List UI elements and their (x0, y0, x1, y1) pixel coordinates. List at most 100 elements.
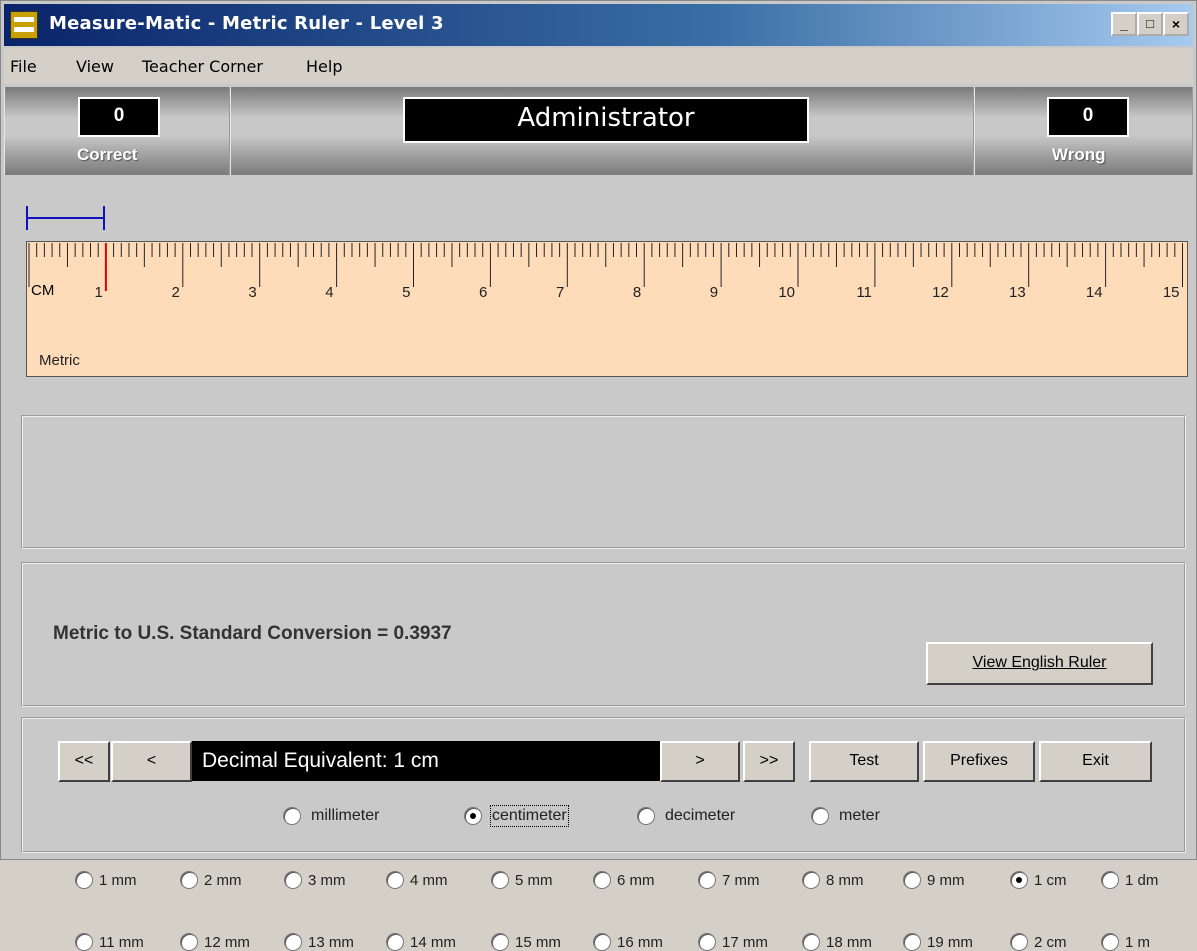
prefixes-button-label: Prefixes (950, 752, 1008, 769)
option-19-mm[interactable]: 19 mm (903, 933, 973, 951)
radio-button[interactable] (284, 871, 302, 889)
option-15-mm[interactable]: 15 mm (491, 933, 561, 951)
title-bar[interactable]: Measure-Matic - Metric Ruler - Level 3 _… (4, 4, 1193, 46)
radio-button[interactable] (903, 871, 921, 889)
option-label: 16 mm (617, 933, 663, 951)
navigation-panel (21, 717, 1186, 853)
option-label: 11 mm (99, 933, 144, 951)
view-english-ruler-label: View English Ruler (972, 654, 1107, 671)
option-14-mm[interactable]: 14 mm (386, 933, 456, 951)
unit-meter[interactable]: meter (811, 807, 880, 825)
radio-button[interactable] (593, 933, 611, 951)
exit-button[interactable]: Exit (1039, 741, 1152, 782)
option-label: 7 mm (722, 871, 760, 889)
unit-label: decimeter (665, 807, 736, 824)
radio-button[interactable] (180, 933, 198, 951)
first-button[interactable]: << (58, 741, 110, 782)
radio-button[interactable] (802, 871, 820, 889)
conversion-text: Metric to U.S. Standard Conversion = 0.3… (53, 623, 452, 644)
option-1-cm[interactable]: 1 cm (1010, 871, 1067, 889)
unit-millimeter[interactable]: millimeter (283, 807, 379, 825)
unit-decimeter[interactable]: decimeter (637, 807, 735, 825)
radio-button[interactable] (75, 871, 93, 889)
option-label: 15 mm (515, 933, 561, 951)
radio-button[interactable] (1010, 933, 1028, 951)
metric-ruler[interactable]: 1 2 3 4 5 6 7 8 9 10 11 12 13 14 15 CM Metric (26, 241, 1188, 377)
correct-count: 0 (78, 97, 160, 137)
option-2-mm[interactable]: 2 mm (180, 871, 242, 889)
window-title: Measure-Matic - Metric Ruler - Level 3 (49, 13, 444, 34)
ruler-number-3: 3 (248, 284, 256, 301)
ruler-number-12: 12 (932, 284, 949, 301)
option-13-mm[interactable]: 13 mm (284, 933, 354, 951)
menu-bar: File View Teacher Corner Help (4, 48, 1193, 84)
option-12-mm[interactable]: 12 mm (180, 933, 250, 951)
ruler-number-6: 6 (479, 284, 487, 301)
close-button[interactable]: × (1163, 12, 1189, 36)
menu-teacher-corner[interactable]: Teacher Corner (142, 57, 263, 76)
option-11-mm[interactable]: 11 mm (75, 933, 144, 951)
ruler-number-14: 14 (1086, 284, 1103, 301)
radio-button[interactable] (180, 871, 198, 889)
option-label: 1 dm (1125, 871, 1159, 889)
option-5-mm[interactable]: 5 mm (491, 871, 553, 889)
menu-file[interactable]: File (10, 57, 37, 76)
decimal-equivalent-display: Decimal Equivalent: 1 cm (192, 741, 660, 781)
app-window: Measure-Matic - Metric Ruler - Level 3 _… (0, 0, 1197, 951)
radio-button[interactable] (698, 933, 716, 951)
radio-button[interactable] (1101, 933, 1119, 951)
radio-button[interactable] (75, 933, 93, 951)
score-bar: 0 Correct Administrator 0 Wrong (4, 87, 1193, 175)
wrong-label: Wrong (1052, 145, 1106, 164)
test-button[interactable]: Test (809, 741, 919, 782)
option-9-mm[interactable]: 9 mm (903, 871, 965, 889)
unit-label: centimeter (490, 805, 569, 827)
radio-button[interactable] (283, 807, 301, 825)
radio-button[interactable] (386, 871, 404, 889)
radio-button[interactable] (593, 871, 611, 889)
option-2-cm[interactable]: 2 cm (1010, 933, 1067, 951)
option-17-mm[interactable]: 17 mm (698, 933, 768, 951)
radio-button[interactable] (464, 807, 482, 825)
option-1-mm[interactable]: 1 mm (75, 871, 137, 889)
option-6-mm[interactable]: 6 mm (593, 871, 655, 889)
ruler-metric-label: Metric (39, 352, 80, 369)
radio-button[interactable] (637, 807, 655, 825)
radio-button[interactable] (802, 933, 820, 951)
option-7-mm[interactable]: 7 mm (698, 871, 760, 889)
option-8-mm[interactable]: 8 mm (802, 871, 864, 889)
cm-unit-label: CM (31, 282, 55, 299)
radio-button[interactable] (491, 933, 509, 951)
menu-view[interactable]: View (76, 57, 114, 76)
radio-button[interactable] (284, 933, 302, 951)
previous-button[interactable]: < (111, 741, 192, 782)
option-16-mm[interactable]: 16 mm (593, 933, 663, 951)
prefixes-button[interactable]: Prefixes (923, 741, 1035, 782)
unit-centimeter[interactable]: centimeter (464, 805, 569, 827)
maximize-button[interactable]: □ (1137, 12, 1163, 36)
option-label: 9 mm (927, 871, 965, 889)
ruler-app-icon (10, 11, 38, 39)
view-english-ruler-button[interactable]: View English Ruler (926, 642, 1153, 685)
option-4-mm[interactable]: 4 mm (386, 871, 448, 889)
option-3-mm[interactable]: 3 mm (284, 871, 346, 889)
option-1-dm[interactable]: 1 dm (1101, 871, 1158, 889)
radio-button[interactable] (1101, 871, 1119, 889)
option-18-mm[interactable]: 18 mm (802, 933, 872, 951)
option-label: 2 cm (1034, 933, 1067, 951)
ruler-number-13: 13 (1009, 284, 1026, 301)
radio-button[interactable] (903, 933, 921, 951)
radio-button[interactable] (386, 933, 404, 951)
radio-button[interactable] (491, 871, 509, 889)
last-button[interactable]: >> (743, 741, 795, 782)
option-1-m[interactable]: 1 m (1101, 933, 1150, 951)
minimize-button[interactable]: _ (1111, 12, 1137, 36)
radio-button[interactable] (811, 807, 829, 825)
ruler-number-11: 11 (856, 284, 872, 301)
radio-button[interactable] (698, 871, 716, 889)
radio-button[interactable] (1010, 871, 1028, 889)
unit-label: millimeter (311, 807, 380, 824)
ruler-number-1: 1 (95, 284, 103, 301)
next-button[interactable]: > (660, 741, 740, 782)
menu-help[interactable]: Help (306, 57, 342, 76)
